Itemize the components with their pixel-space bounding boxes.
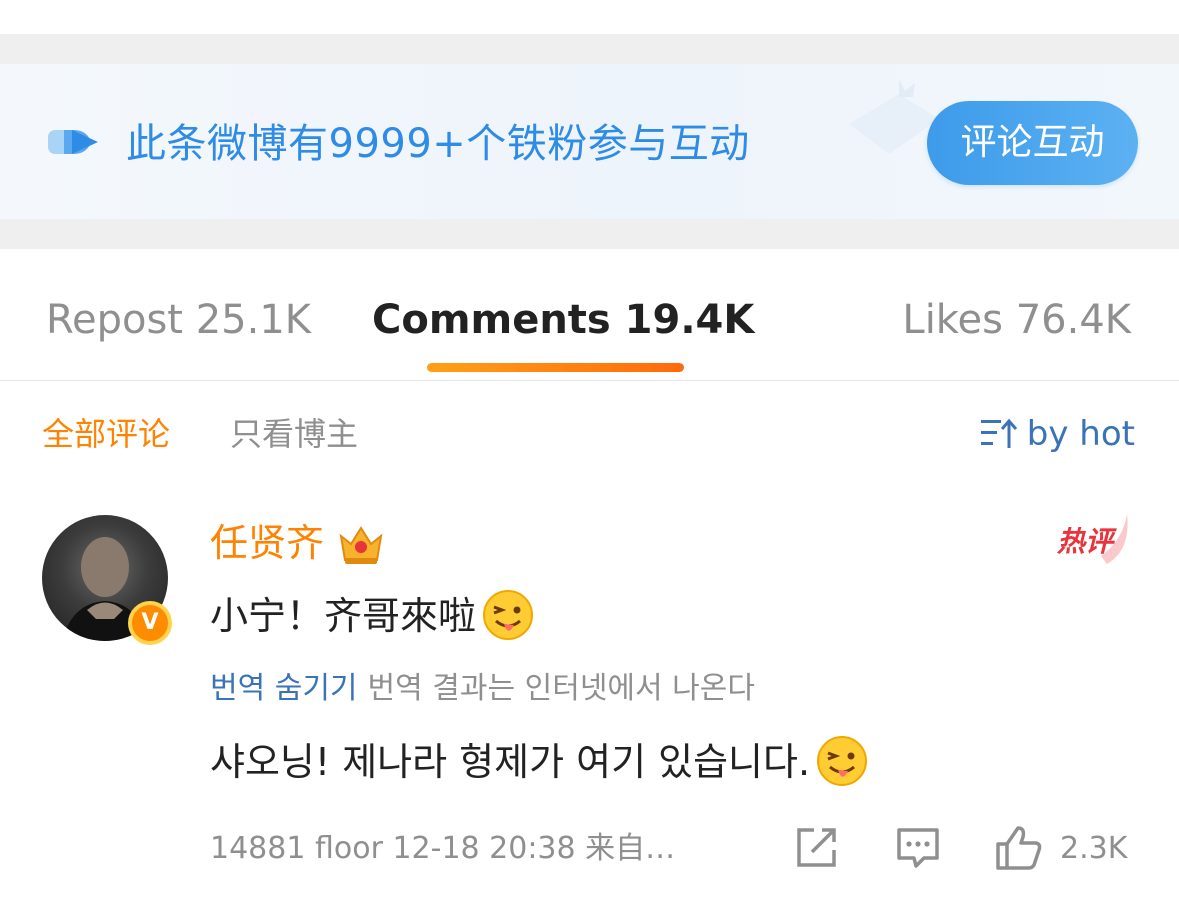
like-count: 2.3K <box>1060 831 1128 866</box>
tongue-out-emoji-icon <box>483 589 534 640</box>
filter-all-comments[interactable]: 全部评论 <box>42 412 170 456</box>
hot-badge-label: 热评 <box>1057 525 1114 558</box>
translated-comment-text: 샤오닝! 제나라 형제가 여기 있습니다. <box>210 734 868 791</box>
comment-interaction-button[interactable]: 评论互动 <box>927 101 1138 185</box>
active-tab-indicator <box>427 363 684 372</box>
comment-body: 小宁！齐哥來啦 <box>210 594 477 638</box>
comment-item: V 任贤齐 热评 小宁！齐哥來啦 번역 숨기기 번역 결과는 인터넷에서 나온다 … <box>0 486 1179 910</box>
tab-bar: Repost 25.1K Comments 19.4K Likes 76.4K <box>0 249 1179 381</box>
fan-banner-text: 此条微博有9999+个铁粉参与互动 <box>126 121 750 167</box>
translation-note: 번역 결과는 인터넷에서 나온다 <box>367 671 755 706</box>
translated-body: 샤오닝! 제나라 형제가 여기 있습니다. <box>210 740 811 784</box>
reply-icon[interactable] <box>894 824 942 872</box>
sort-by-hot-button[interactable]: by hot <box>979 412 1135 456</box>
crown-icon <box>339 526 383 564</box>
comment-text: 小宁！齐哥來啦 <box>210 588 534 645</box>
hot-comment-badge: 热评 <box>1057 510 1135 568</box>
hide-translation-link[interactable]: 번역 숨기기 <box>210 671 358 706</box>
tab-likes[interactable]: Likes 76.4K <box>902 295 1131 345</box>
share-icon[interactable] <box>792 824 840 872</box>
filter-blogger-only[interactable]: 只看博主 <box>230 412 358 456</box>
comment-username[interactable]: 任贤齐 <box>210 518 324 568</box>
tab-comments[interactable]: Comments 19.4K <box>372 295 754 345</box>
tab-repost[interactable]: Repost 25.1K <box>46 295 311 345</box>
section-divider-top <box>0 34 1179 64</box>
comment-meta: 14881 floor 12-18 20:38 来自… <box>210 831 676 866</box>
fan-play-icon <box>48 130 98 154</box>
tongue-out-emoji-icon <box>817 735 868 786</box>
translation-row: 번역 숨기기 번역 결과는 인터넷에서 나온다 <box>210 668 755 710</box>
section-divider-mid <box>0 219 1179 249</box>
thumbs-up-icon[interactable] <box>994 824 1044 872</box>
comment-filter-bar: 全部评论 只看博主 by hot <box>0 382 1179 486</box>
sort-icon <box>980 418 1017 448</box>
verified-badge-icon: V <box>128 601 172 645</box>
sort-label: by hot <box>1026 414 1135 454</box>
